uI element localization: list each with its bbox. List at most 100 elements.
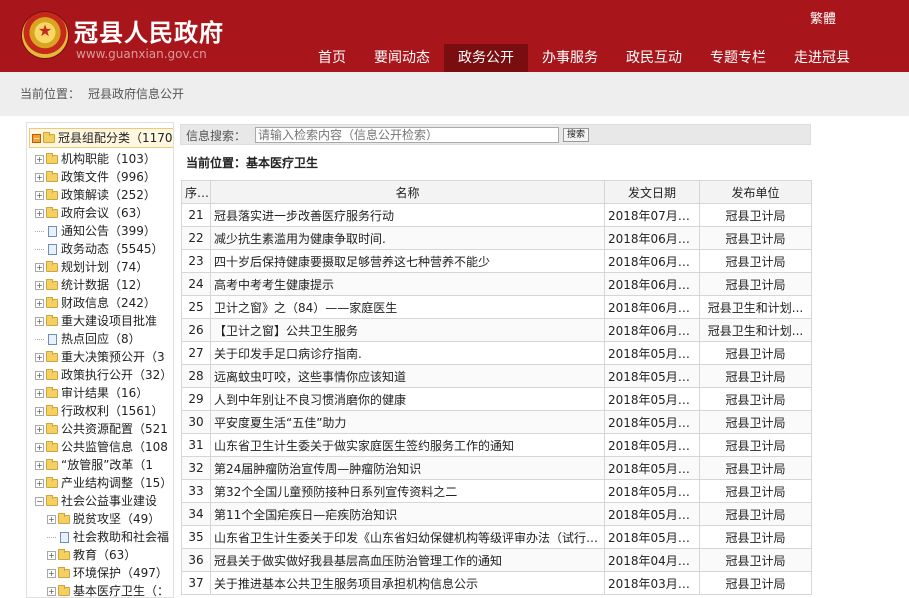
tree-item-label: “放管服”改革（1 [61, 458, 154, 472]
site-title[interactable]: 冠县人民政府 [74, 13, 224, 48]
breadcrumb: 当前位置： 冠县政府信息公开 [0, 72, 909, 116]
table-row: 21 冠县落实进一步改善医疗服务行动 2018年07月0... 冠县卫计局 [181, 203, 812, 227]
tree-item[interactable]: + 基本医疗卫生（： [47, 582, 169, 597]
expand-icon[interactable]: + [35, 407, 44, 416]
row-number: 31 [181, 433, 211, 457]
expand-icon[interactable]: + [35, 209, 44, 218]
expand-icon[interactable]: + [35, 299, 44, 308]
expand-icon[interactable]: + [35, 479, 44, 488]
collapse-icon[interactable]: − [32, 134, 41, 143]
document-title-link[interactable]: 第32个全国儿童预防接种日系列宣传资料之二 [210, 479, 605, 503]
document-title-link[interactable]: 【卫计之窗】公共卫生服务 [210, 318, 605, 342]
tree-item[interactable]: − 社会公益事业建设 [35, 492, 157, 510]
publish-date: 2018年06月0... [604, 295, 700, 319]
expand-icon[interactable]: + [47, 551, 56, 560]
expand-icon[interactable]: + [35, 281, 44, 290]
expand-icon[interactable]: + [35, 389, 44, 398]
search-button[interactable]: 搜索 [563, 128, 589, 142]
document-title-link[interactable]: 关于印发手足口病诊疗指南. [210, 341, 605, 365]
document-title-link[interactable]: 卫计之窗》之（84）——家庭医生 [210, 295, 605, 319]
folder-icon [46, 261, 58, 272]
document-title-link[interactable]: 第24届肿瘤防治宣传周—肿瘤防治知识 [210, 456, 605, 480]
nav-item[interactable]: 要闻动态 [360, 44, 444, 72]
search-input[interactable] [255, 127, 559, 143]
tree-item[interactable]: 政务动态（5545） [35, 240, 164, 258]
tree-item[interactable]: + 机构职能（103） [35, 150, 156, 168]
tree-item[interactable]: + 脱贫攻坚（49） [47, 510, 160, 528]
tree-item[interactable]: + 统计数据（12） [35, 276, 148, 294]
tree-item[interactable]: + 公共资源配置（521 [35, 420, 168, 438]
document-title-link[interactable]: 关于推进基本公共卫生服务项目承担机构信息公示 [210, 571, 605, 595]
tree-root[interactable]: − 冠县组配分类（11704） [29, 128, 173, 148]
tree-item[interactable]: 热点回应（8） [35, 330, 141, 348]
document-title-link[interactable]: 山东省卫生计生委关于印发《山东省妇幼保健机构等级评审办法（试行）》的通知 [210, 525, 605, 549]
tree-item[interactable]: + 审计结果（16） [35, 384, 148, 402]
document-title-link[interactable]: 平安度夏生活“五佳”助力 [210, 410, 605, 434]
publish-date: 2018年05月0... [604, 502, 700, 526]
tree-item[interactable]: 通知公告（399） [35, 222, 156, 240]
publisher: 冠县卫生和计划... [699, 295, 812, 319]
document-icon [48, 244, 57, 255]
tree-item-label: 政府会议（63） [61, 206, 149, 220]
nav-item[interactable]: 办事服务 [528, 44, 612, 72]
tree-item[interactable]: + 公共监管信息（108 [35, 438, 168, 456]
collapse-icon[interactable]: − [35, 497, 44, 506]
row-number: 34 [181, 502, 211, 526]
tree-item[interactable]: + 政策解读（252） [35, 186, 156, 204]
tree-item-label: 机构职能（103） [61, 152, 156, 166]
document-title-link[interactable]: 冠县落实进一步改善医疗服务行动 [210, 203, 605, 227]
expand-icon[interactable]: + [35, 317, 44, 326]
expand-icon[interactable]: + [35, 425, 44, 434]
col-header-date: 发文日期 [604, 180, 700, 204]
expand-icon[interactable]: + [35, 173, 44, 182]
tree-item[interactable]: + 重大建设项目批准 [35, 312, 157, 330]
row-number: 32 [181, 456, 211, 480]
expand-icon[interactable]: + [47, 569, 56, 578]
document-title-link[interactable]: 冠县关于做实做好我县基层高血压防治管理工作的通知 [210, 548, 605, 572]
table-row: 23 四十岁后保持健康要摄取足够营养这七种营养不能少 2018年06月1... 冠县卫… [181, 249, 812, 273]
expand-icon[interactable]: + [35, 443, 44, 452]
tree-item[interactable]: + 政策执行公开（32） [35, 366, 172, 384]
document-title-link[interactable]: 四十岁后保持健康要摄取足够营养这七种营养不能少 [210, 249, 605, 273]
nav-item[interactable]: 政民互动 [612, 44, 696, 72]
expand-icon[interactable]: + [35, 371, 44, 380]
tree-item[interactable]: + 规划计划（74） [35, 258, 148, 276]
row-number: 37 [181, 571, 211, 595]
expand-icon[interactable]: + [47, 587, 56, 596]
expand-icon[interactable]: + [35, 263, 44, 272]
tree-item[interactable]: + 产业结构调整（15） [35, 474, 172, 492]
expand-icon[interactable]: + [35, 155, 44, 164]
expand-icon[interactable]: + [35, 461, 44, 470]
breadcrumb-link[interactable]: 冠县政府信息公开 [88, 87, 184, 101]
expand-icon[interactable]: + [47, 515, 56, 524]
tree-item[interactable]: + 政策文件（996） [35, 168, 156, 186]
nav-item[interactable]: 专题专栏 [696, 44, 780, 72]
document-title-link[interactable]: 减少抗生素滥用为健康争取时间. [210, 226, 605, 250]
tree-item[interactable]: + 教育（63） [47, 546, 136, 564]
tree-item[interactable]: + 环境保护（497） [47, 564, 168, 582]
publish-date: 2018年05月2... [604, 387, 700, 411]
breadcrumb-prefix: 当前位置： [20, 87, 81, 101]
document-title-link[interactable]: 山东省卫生计生委关于做实家庭医生签约服务工作的通知 [210, 433, 605, 457]
document-title-link[interactable]: 远离蚊虫叮咬，这些事情你应该知道 [210, 364, 605, 388]
row-number: 26 [181, 318, 211, 342]
table-header-row: 序号 名称 发文日期 发布单位 [181, 180, 812, 204]
nav-item[interactable]: 政务公开 [444, 44, 528, 72]
nav-item[interactable]: 首页 [304, 44, 360, 72]
tree-item[interactable]: + 财政信息（242） [35, 294, 156, 312]
tree-line [35, 231, 44, 232]
tree-item[interactable]: + “放管服”改革（1 [35, 456, 153, 474]
row-number: 23 [181, 249, 211, 273]
tree-item[interactable]: 社会救助和社会福 [47, 528, 169, 546]
document-title-link[interactable]: 人到中年别让不良习惯消磨你的健康 [210, 387, 605, 411]
tree-item[interactable]: + 政府会议（63） [35, 204, 148, 222]
tree-item[interactable]: + 重大决策预公开（3 [35, 348, 165, 366]
traditional-chinese-toggle[interactable]: 繁體 [810, 8, 836, 27]
nav-item[interactable]: 走进冠县 [780, 44, 864, 72]
tree-item-label: 财政信息（242） [61, 296, 156, 310]
tree-item[interactable]: + 行政权利（1561） [35, 402, 164, 420]
expand-icon[interactable]: + [35, 191, 44, 200]
document-title-link[interactable]: 高考中考考生健康提示 [210, 272, 605, 296]
document-title-link[interactable]: 第11个全国疟疾日—疟疾防治知识 [210, 502, 605, 526]
expand-icon[interactable]: + [35, 353, 44, 362]
